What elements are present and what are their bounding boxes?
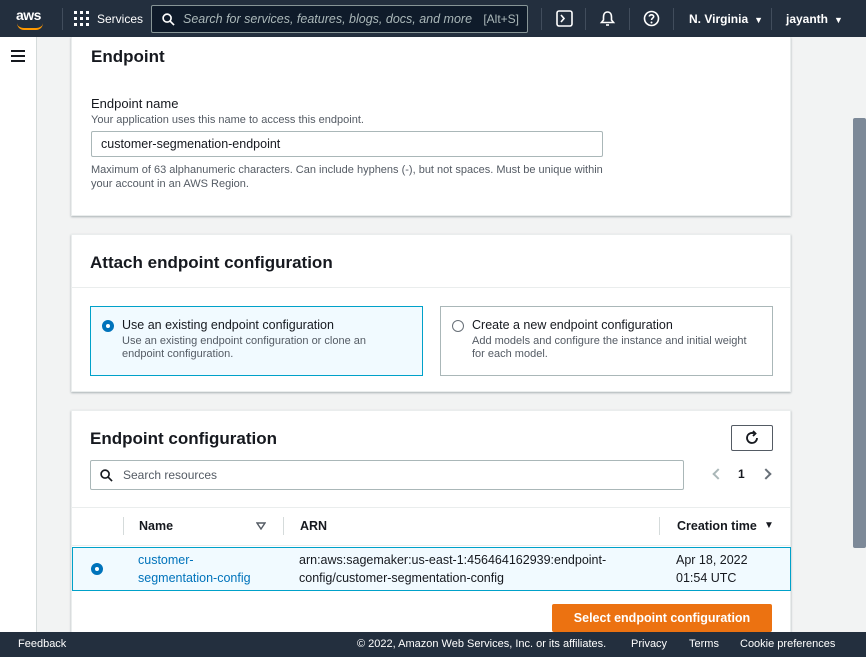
caret-down-icon: ▼ [834, 15, 843, 25]
config-arn-line2: config/customer-segmentation-config [299, 571, 504, 585]
search-icon [100, 468, 113, 482]
endpoint-card-title: Endpoint [91, 47, 165, 66]
region-label: N. Virginia [689, 12, 749, 26]
row-radio-selected[interactable] [91, 563, 103, 575]
search-placeholder: Search for services, features, blogs, do… [183, 12, 473, 26]
username-label: jayanth [786, 12, 829, 26]
privacy-link[interactable]: Privacy [631, 638, 667, 650]
endpoint-config-title: Endpoint configuration [90, 429, 277, 448]
sort-icon[interactable] [256, 522, 266, 530]
config-name-line2: segmentation-config [138, 571, 251, 585]
scrollbar-thumb[interactable] [853, 118, 866, 548]
radio-unselected[interactable] [452, 320, 464, 332]
endpoint-config-card: Endpoint configuration Search resources … [71, 410, 791, 632]
column-separator [123, 517, 124, 535]
search-resources-placeholder: Search resources [123, 468, 218, 482]
search-shortcut: [Alt+S] [483, 12, 519, 26]
attach-config-title: Attach endpoint configuration [90, 253, 333, 272]
feedback-link[interactable]: Feedback [18, 638, 66, 650]
endpoint-name-label: Endpoint name [91, 96, 179, 111]
column-separator [659, 517, 660, 535]
aws-smile-icon [17, 23, 43, 30]
services-menu-button[interactable]: Services [74, 11, 143, 26]
cookie-preferences-link[interactable]: Cookie preferences [740, 638, 835, 650]
attach-config-card: Attach endpoint configuration Use an exi… [71, 234, 791, 392]
refresh-button[interactable] [731, 425, 773, 451]
help-icon[interactable] [643, 10, 660, 27]
radio-selected[interactable] [102, 320, 114, 332]
page-number[interactable]: 1 [738, 467, 745, 481]
nav-divider [673, 8, 674, 30]
side-navigation [0, 37, 37, 632]
copyright-text: © 2022, Amazon Web Services, Inc. or its… [357, 638, 607, 650]
table-top-border [72, 507, 790, 508]
grid-icon [74, 11, 89, 26]
services-label: Services [97, 11, 144, 26]
search-resources-input[interactable]: Search resources [90, 460, 684, 490]
creation-time: 01:54 UTC [676, 571, 737, 585]
nav-divider [629, 8, 630, 30]
refresh-icon [746, 430, 758, 444]
nav-divider [585, 8, 586, 30]
nav-divider [771, 8, 772, 30]
nav-divider [541, 8, 542, 30]
creation-date: Apr 18, 2022 [676, 553, 748, 567]
aws-logo[interactable]: aws [14, 6, 48, 32]
endpoint-name-field[interactable]: customer-segmenation-endpoint [91, 131, 603, 157]
table-header-border [72, 545, 790, 546]
bell-icon[interactable] [599, 10, 616, 27]
option-new-config[interactable]: Create a new endpoint configuration Add … [440, 306, 773, 376]
option-description: Use an existing endpoint configuration o… [122, 335, 366, 360]
endpoint-card: Endpoint Endpoint name Your application … [71, 37, 791, 216]
option-label: Create a new endpoint configuration [472, 318, 673, 332]
global-search-input[interactable]: Search for services, features, blogs, do… [151, 5, 528, 33]
menu-icon[interactable] [11, 50, 25, 62]
config-arn-line1: arn:aws:sagemaker:us-east-1:456464162939… [299, 553, 607, 567]
select-endpoint-config-button[interactable]: Select endpoint configuration [552, 604, 772, 632]
account-menu[interactable]: jayanth ▼ [786, 12, 843, 26]
column-separator [283, 517, 284, 535]
cloudshell-icon[interactable] [556, 10, 573, 27]
card-divider [72, 287, 790, 288]
column-header-arn[interactable]: ARN [300, 519, 327, 533]
config-name-link[interactable]: customer- segmentation-config [138, 551, 251, 587]
endpoint-name-constraint: Maximum of 63 alphanumeric characters. C… [91, 164, 603, 190]
endpoint-name-description: Your application uses this name to acces… [91, 114, 364, 126]
caret-down-icon: ▼ [754, 15, 764, 25]
option-description: Add models and configure the instance an… [472, 335, 747, 360]
top-nav-bar: aws Services Search for services, featur… [0, 0, 866, 37]
option-label: Use an existing endpoint configuration [122, 318, 334, 332]
table-row[interactable]: customer- segmentation-config arn:aws:sa… [72, 547, 791, 591]
terms-link[interactable]: Terms [689, 638, 719, 650]
option-existing-config[interactable]: Use an existing endpoint configuration U… [90, 306, 423, 376]
search-icon [162, 12, 175, 26]
column-header-name[interactable]: Name [139, 519, 173, 533]
config-arn: arn:aws:sagemaker:us-east-1:456464162939… [299, 551, 606, 587]
chevron-right-icon[interactable] [760, 468, 772, 480]
config-name-line1: customer- [138, 553, 194, 567]
region-selector[interactable]: N. Virginia ▼ [689, 12, 763, 26]
column-header-creation-time[interactable]: Creation time [677, 519, 757, 533]
chevron-left-icon[interactable] [712, 468, 724, 480]
sort-descending-icon[interactable]: ▼ [764, 520, 774, 531]
nav-divider [62, 8, 63, 30]
config-creation-time: Apr 18, 2022 01:54 UTC [676, 551, 748, 587]
footer-bar: Feedback © 2022, Amazon Web Services, In… [0, 632, 866, 657]
aws-logo-text: aws [16, 7, 41, 23]
